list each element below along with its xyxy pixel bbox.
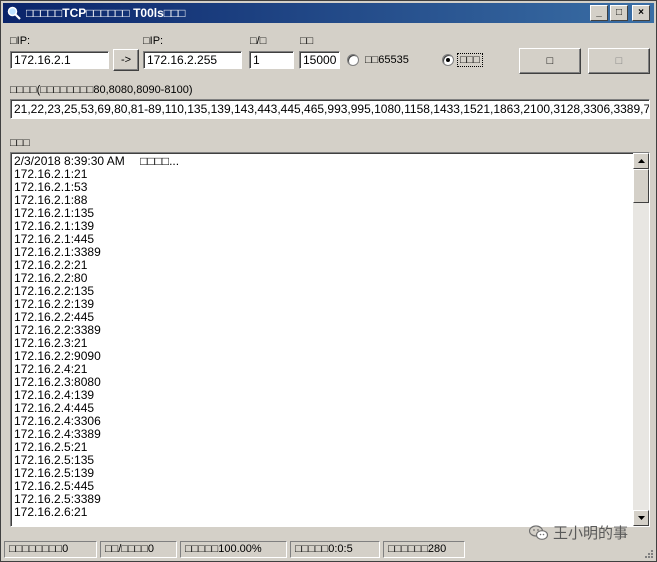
magnifier-icon [7,6,21,20]
timeout-input[interactable]: 15000 [299,51,340,69]
arrow-down-icon [637,516,645,520]
minimize-icon: _ [596,7,602,18]
timeout-label: □□ [300,35,314,47]
status-panel-5: □□□□□□280 [383,541,465,558]
copy-ip-button[interactable]: -> [113,49,139,71]
window-title: □□□□□TCP□□□□□□ T00ls□□□ [26,6,186,20]
log-header-time: 2/3/2018 8:39:30 AM [14,154,125,168]
arrow-label: -> [120,54,132,66]
wechat-icon [529,524,549,540]
end-ip-label: □IP: [143,35,164,47]
resize-grip-icon[interactable] [642,547,654,559]
results-log[interactable]: 2/3/2018 8:39:30 AM □□□□... 172.16.2.1:2… [10,152,650,527]
close-button[interactable]: × [632,5,650,21]
start-ip-input[interactable]: 172.16.2.1 [10,51,109,69]
watermark-text: 王小明的事 [553,525,629,542]
status-panel-1: □□□□□□□□0 [4,541,97,558]
threads-input[interactable]: 1 [249,51,294,69]
watermark: 王小明的事 [529,522,628,543]
radio-custom-ports[interactable] [442,54,454,66]
scroll-thumb[interactable] [633,169,649,203]
threads-label: □/□ [250,35,267,47]
start-button[interactable]: □ [519,48,581,74]
stop-button-label: □ [615,55,623,67]
status-panel-3: □□□□□100.00% [180,541,287,558]
maximize-icon: □ [615,7,623,18]
close-icon: × [638,7,644,18]
status-bar: □□□□□□□□0 □□/□□□□0 □□□□□100.00% □□□□□0:0… [4,541,655,559]
maximize-button[interactable]: □ [610,5,628,21]
radio-all-ports-label: □□65535 [365,54,409,66]
minimize-button[interactable]: _ [590,5,608,21]
app-window: □□□□□TCP□□□□□□ T00ls□□□ _ □ × □IP: □IP: … [0,0,657,562]
log-scrollbar[interactable] [633,153,649,526]
log-header-status: □□□□... [140,154,180,168]
status-panel-2: □□/□□□□0 [100,541,177,558]
ports-input[interactable]: 21,22,23,25,53,69,80,81-89,110,135,139,1… [10,99,650,119]
end-ip-input[interactable]: 172.16.2.255 [143,51,242,69]
status-panel-4: □□□□□0:0:5 [290,541,380,558]
radio-custom-ports-label: □□□ [457,53,483,67]
start-ip-label: □IP: [10,35,31,47]
start-button-label: □ [546,55,554,67]
radio-all-ports[interactable] [347,54,359,66]
arrow-up-icon [637,159,645,163]
results-label: □□□ [10,137,30,149]
stop-button[interactable]: □ [588,48,650,74]
log-line: 172.16.2.6:21 [14,505,88,519]
scroll-up-button[interactable] [633,153,649,169]
scroll-down-button[interactable] [633,510,649,526]
title-bar[interactable]: □□□□□TCP□□□□□□ T00ls□□□ _ □ × [3,3,654,23]
ports-label: □□□□(□□□□□□□□80,8080,8090-8100) [10,84,193,96]
